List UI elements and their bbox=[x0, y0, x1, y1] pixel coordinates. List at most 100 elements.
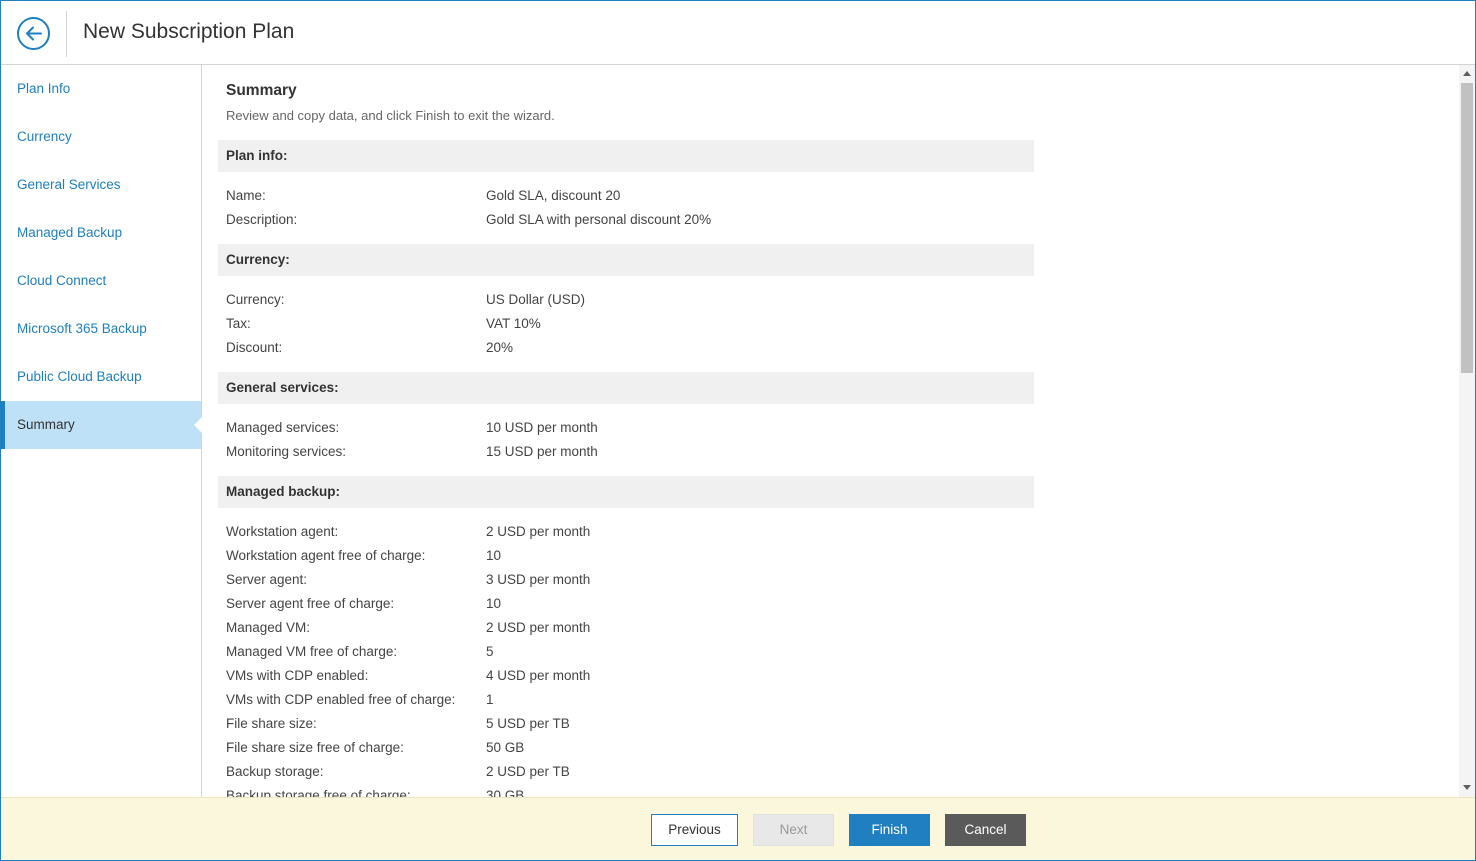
previous-button[interactable]: Previous bbox=[651, 814, 738, 846]
back-button[interactable] bbox=[17, 17, 50, 50]
summary-row: Managed VM: 2 USD per month bbox=[218, 616, 1034, 640]
header-divider bbox=[66, 11, 67, 57]
summary-row: Description: Gold SLA with personal disco… bbox=[218, 208, 1034, 232]
scroll-down-arrow-icon[interactable] bbox=[1463, 785, 1471, 790]
managed-backup-section: Managed backup: Workstation agent: 2 USD … bbox=[218, 476, 1034, 797]
scroll-up-arrow-icon[interactable] bbox=[1463, 71, 1471, 76]
summary-row: File share size: 5 USD per TB bbox=[218, 712, 1034, 736]
vertical-scrollbar[interactable] bbox=[1459, 65, 1475, 797]
wizard-footer: Previous Next Finish Cancel bbox=[1, 797, 1475, 860]
section-subtitle: Review and copy data, and click Finish t… bbox=[226, 108, 555, 123]
row-label: Workstation agent free of charge: bbox=[226, 548, 426, 563]
summary-row: File share size free of charge: 50 GB bbox=[218, 736, 1034, 760]
row-label: Backup storage: bbox=[226, 764, 324, 779]
row-value: 2 USD per month bbox=[486, 524, 591, 539]
sidebar-item-plan-info[interactable]: Plan Info bbox=[1, 65, 201, 113]
row-label: Managed VM: bbox=[226, 620, 311, 635]
sidebar-item-currency[interactable]: Currency bbox=[1, 113, 201, 161]
row-value: Gold SLA with personal discount 20% bbox=[486, 212, 712, 227]
row-label: Monitoring services: bbox=[226, 444, 347, 459]
summary-row: Server agent free of charge: 10 bbox=[218, 592, 1034, 616]
row-label: Server agent free of charge: bbox=[226, 596, 395, 611]
summary-row: Backup storage: 2 USD per TB bbox=[218, 760, 1034, 784]
row-value: US Dollar (USD) bbox=[486, 292, 586, 307]
next-button[interactable]: Next bbox=[753, 814, 834, 846]
finish-button[interactable]: Finish bbox=[849, 814, 930, 846]
summary-row: Managed services: 10 USD per month bbox=[218, 416, 1034, 440]
summary-row: Server agent: 3 USD per month bbox=[218, 568, 1034, 592]
summary-row: Managed VM free of charge: 5 bbox=[218, 640, 1034, 664]
summary-row: Workstation agent free of charge: 10 bbox=[218, 544, 1034, 568]
wizard-window: New Subscription Plan Plan Info Currency… bbox=[0, 0, 1476, 861]
sidebar-item-label: Microsoft 365 Backup bbox=[17, 321, 147, 336]
sidebar-item-managed-backup[interactable]: Managed Backup bbox=[1, 209, 201, 257]
section-heading: General services: bbox=[218, 372, 1034, 404]
row-value: 10 USD per month bbox=[486, 420, 598, 435]
section-heading: Plan info: bbox=[218, 140, 1034, 172]
sidebar-item-cloud-connect[interactable]: Cloud Connect bbox=[1, 257, 201, 305]
row-value: 3 USD per month bbox=[486, 572, 591, 587]
row-label: Discount: bbox=[226, 340, 283, 355]
row-value: 2 USD per month bbox=[486, 620, 591, 635]
row-value: Gold SLA, discount 20 bbox=[486, 188, 621, 203]
row-label: VMs with CDP enabled free of charge: bbox=[226, 692, 456, 707]
sidebar-item-summary[interactable]: Summary bbox=[1, 401, 202, 449]
row-label: File share size: bbox=[226, 716, 317, 731]
sidebar-item-label: Public Cloud Backup bbox=[17, 369, 142, 384]
row-label: File share size free of charge: bbox=[226, 740, 404, 755]
summary-row: Monitoring services: 15 USD per month bbox=[218, 440, 1034, 464]
summary-row: Backup storage free of charge: 30 GB bbox=[218, 784, 1034, 797]
row-label: Managed VM free of charge: bbox=[226, 644, 398, 659]
sidebar-item-label: Plan Info bbox=[17, 81, 71, 96]
row-value: 15 USD per month bbox=[486, 444, 598, 459]
section-heading: Currency: bbox=[218, 244, 1034, 276]
row-value: 50 GB bbox=[486, 740, 525, 755]
wizard-steps-sidebar: Plan Info Currency General Services Mana… bbox=[1, 65, 202, 797]
sidebar-item-label: Currency bbox=[17, 129, 72, 144]
row-value: VAT 10% bbox=[486, 316, 541, 331]
row-label: VMs with CDP enabled: bbox=[226, 668, 369, 683]
summary-content: Summary Review and copy data, and click … bbox=[202, 65, 1458, 797]
row-label: Backup storage free of charge: bbox=[226, 788, 411, 797]
row-label: Name: bbox=[226, 188, 266, 203]
summary-row: Name: Gold SLA, discount 20 bbox=[218, 184, 1034, 208]
summary-row: VMs with CDP enabled: 4 USD per month bbox=[218, 664, 1034, 688]
summary-row: Tax: VAT 10% bbox=[218, 312, 1034, 336]
row-label: Description: bbox=[226, 212, 298, 227]
row-value: 30 GB bbox=[486, 788, 525, 797]
sidebar-item-label: Summary bbox=[17, 417, 75, 432]
sidebar-item-microsoft-365-backup[interactable]: Microsoft 365 Backup bbox=[1, 305, 201, 353]
wizard-header: New Subscription Plan bbox=[1, 1, 1475, 65]
summary-row: Discount: 20% bbox=[218, 336, 1034, 360]
sidebar-item-label: Cloud Connect bbox=[17, 273, 107, 288]
section-heading: Managed backup: bbox=[218, 476, 1034, 508]
cancel-button[interactable]: Cancel bbox=[945, 814, 1026, 846]
row-label: Workstation agent: bbox=[226, 524, 339, 539]
row-value: 5 USD per TB bbox=[486, 716, 570, 731]
arrow-left-icon bbox=[26, 26, 42, 41]
row-value: 1 bbox=[486, 692, 494, 707]
sidebar-item-public-cloud-backup[interactable]: Public Cloud Backup bbox=[1, 353, 201, 401]
row-label: Server agent: bbox=[226, 572, 308, 587]
row-label: Tax: bbox=[226, 316, 251, 331]
section-title: Summary bbox=[226, 82, 297, 99]
sidebar-item-label: General Services bbox=[17, 177, 121, 192]
plan-info-section: Plan info: Name: Gold SLA, discount 20 De… bbox=[218, 140, 1034, 232]
row-value: 10 bbox=[486, 596, 502, 611]
row-value: 5 bbox=[486, 644, 494, 659]
general-services-section: General services: Managed services: 10 US… bbox=[218, 372, 1034, 464]
row-value: 10 bbox=[486, 548, 502, 563]
page-title: New Subscription Plan bbox=[83, 20, 295, 43]
row-label: Managed services: bbox=[226, 420, 340, 435]
row-value: 2 USD per TB bbox=[486, 764, 570, 779]
summary-row: VMs with CDP enabled free of charge: 1 bbox=[218, 688, 1034, 712]
summary-row: Workstation agent: 2 USD per month bbox=[218, 520, 1034, 544]
row-value: 4 USD per month bbox=[486, 668, 591, 683]
sidebar-item-general-services[interactable]: General Services bbox=[1, 161, 201, 209]
sidebar-item-label: Managed Backup bbox=[17, 225, 123, 240]
currency-section: Currency: Currency: US Dollar (USD) Tax: V… bbox=[218, 244, 1034, 360]
summary-row: Currency: US Dollar (USD) bbox=[218, 288, 1034, 312]
row-value: 20% bbox=[486, 340, 514, 355]
scrollbar-thumb[interactable] bbox=[1461, 83, 1473, 373]
row-label: Currency: bbox=[226, 292, 285, 307]
